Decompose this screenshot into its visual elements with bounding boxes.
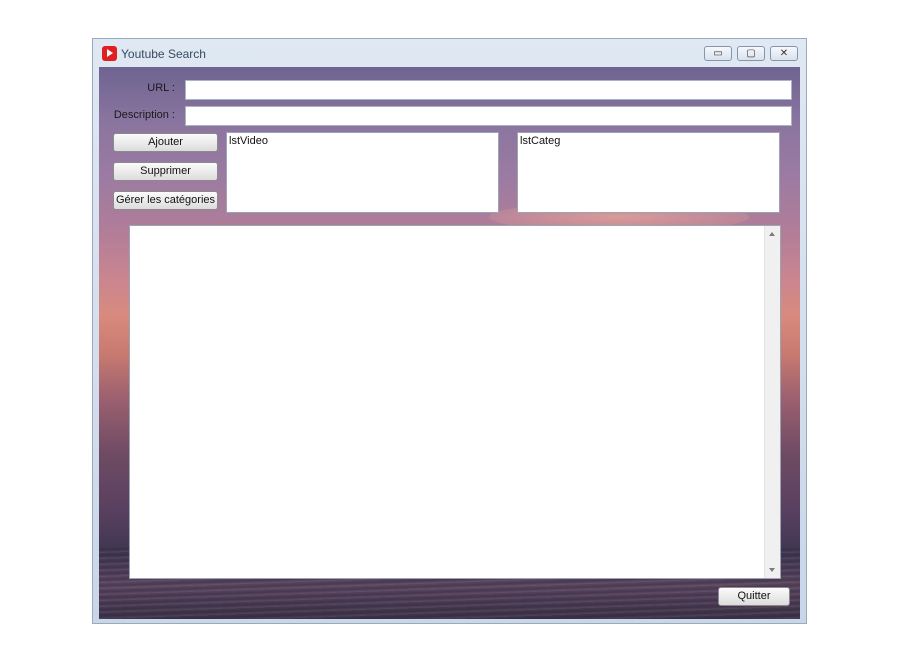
video-list[interactable]: lstVideo xyxy=(226,132,499,213)
youtube-icon xyxy=(102,46,117,61)
close-icon: ✕ xyxy=(779,48,789,59)
scroll-up-icon[interactable] xyxy=(769,232,775,236)
maximize-icon: ▢ xyxy=(746,48,756,59)
maximize-button[interactable]: ▢ xyxy=(737,46,765,61)
url-label: URL : xyxy=(147,82,175,94)
scroll-down-icon[interactable] xyxy=(769,568,775,572)
url-input[interactable] xyxy=(185,80,792,100)
window-title: Youtube Search xyxy=(121,47,206,61)
minimize-icon: ▭ xyxy=(713,48,723,59)
minimize-button[interactable]: ▭ xyxy=(704,46,732,61)
description-input[interactable] xyxy=(185,106,792,126)
browser-panel[interactable] xyxy=(129,225,781,579)
close-button[interactable]: ✕ xyxy=(770,46,798,61)
title-bar[interactable]: Youtube Search ▭ ▢ ✕ xyxy=(93,39,806,67)
video-list-label: lstVideo xyxy=(229,135,268,147)
category-list[interactable]: lstCateg xyxy=(517,132,780,213)
category-list-label: lstCateg xyxy=(520,135,561,147)
quit-button[interactable]: Quitter xyxy=(718,587,790,606)
manage-categories-button[interactable]: Gérer les catégories xyxy=(113,191,218,210)
add-button[interactable]: Ajouter xyxy=(113,133,218,152)
app-window: Youtube Search ▭ ▢ ✕ URL : Description :… xyxy=(92,38,807,624)
vertical-scrollbar[interactable] xyxy=(764,226,780,578)
delete-button[interactable]: Supprimer xyxy=(113,162,218,181)
form-client-area: URL : Description : Ajouter Supprimer Gé… xyxy=(99,67,800,619)
description-label: Description : xyxy=(113,109,175,121)
